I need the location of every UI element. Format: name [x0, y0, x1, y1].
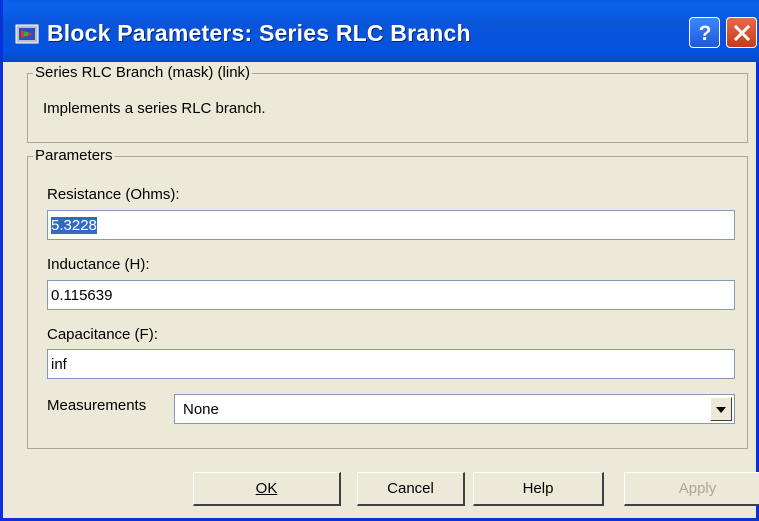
resistance-input[interactable]: 5.3228	[47, 210, 735, 240]
capacitance-value: inf	[51, 356, 67, 373]
mask-description: Implements a series RLC branch.	[43, 100, 266, 117]
title-bar[interactable]: Block Parameters: Series RLC Branch ?	[3, 0, 759, 62]
help-button[interactable]: Help	[473, 472, 604, 506]
capacitance-label: Capacitance (F):	[47, 326, 158, 343]
ok-button[interactable]: OK	[193, 472, 341, 506]
measurements-dropdown-button[interactable]	[710, 397, 732, 421]
apply-button[interactable]: Apply	[624, 472, 759, 506]
capacitance-input[interactable]: inf	[47, 349, 735, 379]
close-x-icon	[733, 24, 751, 42]
cancel-label: Cancel	[387, 480, 434, 497]
help-label: Help	[522, 480, 554, 497]
resistance-label: Resistance (Ohms):	[47, 186, 180, 203]
parameters-groupbox-label: Parameters	[33, 147, 115, 164]
measurements-select[interactable]: None	[174, 394, 735, 424]
apply-label: Apply	[678, 480, 717, 497]
close-title-button[interactable]	[726, 17, 757, 48]
chevron-down-icon	[716, 400, 726, 418]
dialog-window: Block Parameters: Series RLC Branch ? Se…	[0, 0, 759, 521]
resistance-value: 5.3228	[51, 217, 97, 234]
simulink-block-icon	[15, 22, 39, 46]
measurements-value: None	[183, 401, 219, 418]
ok-label: OK	[255, 480, 278, 497]
help-title-button[interactable]: ?	[689, 17, 720, 48]
inductance-value: 0.115639	[51, 287, 113, 304]
window-title: Block Parameters: Series RLC Branch	[47, 20, 471, 46]
inductance-label: Inductance (H):	[47, 256, 150, 273]
question-mark-icon: ?	[695, 22, 715, 44]
mask-groupbox-label: Series RLC Branch (mask) (link)	[33, 64, 253, 81]
measurements-label: Measurements	[47, 397, 147, 414]
cancel-button[interactable]: Cancel	[357, 472, 465, 506]
svg-text:?: ?	[698, 22, 711, 44]
inductance-input[interactable]: 0.115639	[47, 280, 735, 310]
